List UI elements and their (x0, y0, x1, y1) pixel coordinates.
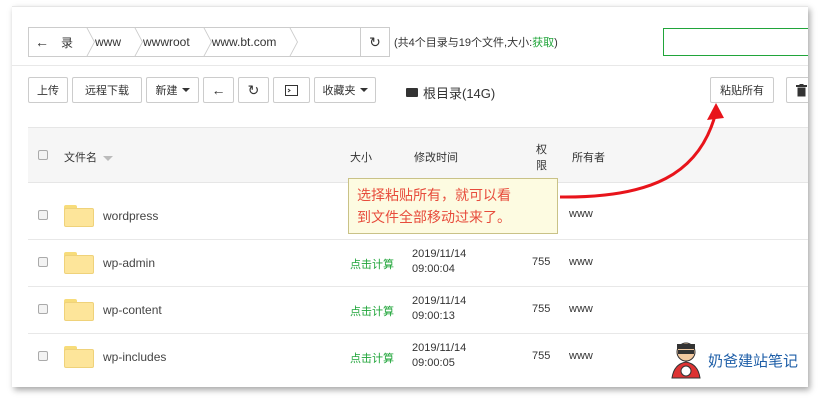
path-refresh-button[interactable]: ↻ (360, 28, 389, 56)
select-all-checkbox[interactable] (38, 150, 48, 160)
sort-caret-icon (103, 155, 114, 161)
calc-size-link[interactable]: 点击计算 (350, 350, 394, 366)
file-mtime: 2019/11/14 09:00:13 (412, 294, 466, 324)
get-size-link[interactable]: 获取 (532, 37, 554, 49)
arrow-left-icon: ← (211, 82, 226, 98)
stats-close: ) (554, 37, 558, 49)
path-back-button[interactable]: ← (29, 28, 55, 56)
root-directory-label: 根目录(14G) (423, 86, 496, 101)
remote-download-label: 远程下载 (85, 85, 129, 97)
table-header: 文件名 大小 修改时间 权 限 所有者 (28, 127, 808, 183)
refresh-icon: ↻ (369, 33, 381, 50)
file-name[interactable]: wp-admin (103, 256, 155, 270)
row-checkbox[interactable] (38, 351, 48, 361)
row-checkbox[interactable] (38, 257, 48, 267)
watermark: 奶爸建站笔记 (668, 340, 798, 380)
terminal-icon (285, 84, 298, 96)
row-checkbox[interactable] (38, 304, 48, 314)
breadcrumb-item[interactable]: www (89, 28, 137, 56)
remote-download-button[interactable]: 远程下载 (72, 77, 142, 103)
header-name[interactable]: 文件名 (64, 149, 114, 165)
folder-icon (64, 205, 94, 227)
mtime-time: 09:00:04 (412, 263, 455, 275)
arrow-left-icon: ← (35, 34, 49, 50)
header-perm-1: 权 (536, 144, 547, 156)
table-row[interactable]: wp-admin 点击计算 2019/11/14 09:00:04 755 www (28, 239, 808, 287)
favorites-dropdown-button[interactable]: 收藏夹 (314, 77, 376, 103)
divider (12, 65, 808, 66)
breadcrumb-item[interactable]: wwwroot (137, 28, 206, 56)
new-dropdown-button[interactable]: 新建 (146, 77, 199, 103)
header-owner[interactable]: 所有者 (572, 149, 605, 165)
table-row[interactable]: wp-content 点击计算 2019/11/14 09:00:13 755 w… (28, 286, 808, 334)
calc-size-link[interactable]: 点击计算 (350, 303, 394, 319)
new-label: 新建 (155, 85, 178, 97)
breadcrumb-item[interactable]: 录 (55, 28, 89, 56)
hard-drive-icon (406, 88, 418, 97)
trash-icon (795, 83, 807, 96)
file-permission[interactable]: 755 (532, 303, 550, 315)
upload-label: 上传 (37, 85, 59, 97)
folder-icon (64, 299, 94, 321)
callout-line-1: 选择粘贴所有，就可以看 (357, 187, 511, 203)
back-button[interactable]: ← (203, 77, 234, 103)
file-mtime: 2019/11/14 09:00:04 (412, 247, 466, 277)
terminal-button[interactable] (273, 77, 310, 103)
file-name[interactable]: wp-content (103, 303, 162, 317)
callout-line-2: 到文件全部移动过来了。 (357, 209, 511, 225)
file-owner: www (569, 256, 593, 268)
upload-button[interactable]: 上传 (28, 77, 68, 103)
path-breadcrumb: ← 录 www wwwroot www.bt.com ↻ (28, 27, 390, 57)
file-name[interactable]: wp-includes (103, 350, 166, 364)
root-directory-button[interactable]: 根目录(14G) (406, 83, 495, 102)
file-name[interactable]: wordpress (103, 209, 158, 223)
mtime-time: 09:00:05 (412, 357, 455, 369)
refresh-icon: ↻ (247, 81, 260, 98)
header-size[interactable]: 大小 (350, 149, 372, 165)
watermark-text: 奶爸建站笔记 (708, 352, 799, 370)
paste-all-label: 粘贴所有 (720, 85, 764, 97)
search-input[interactable] (663, 28, 808, 56)
mtime-date: 2019/11/14 (412, 295, 467, 307)
file-permission[interactable]: 755 (532, 256, 550, 268)
annotation-callout: 选择粘贴所有，就可以看 到文件全部移动过来了。 (348, 178, 558, 234)
row-checkbox[interactable] (38, 210, 48, 220)
file-owner: www (569, 350, 593, 362)
mtime-date: 2019/11/14 (412, 342, 467, 354)
stats-text: (共4个目录与19个文件,大小: (394, 37, 533, 49)
file-owner: www (569, 208, 593, 220)
header-perm-2: 限 (536, 160, 547, 172)
folder-icon (64, 252, 94, 274)
mascot-logo-icon (671, 342, 701, 379)
mtime-date: 2019/11/14 (412, 248, 467, 260)
header-mtime[interactable]: 修改时间 (414, 149, 458, 165)
file-mtime: 2019/11/14 09:00:05 (412, 341, 466, 371)
file-permission[interactable]: 755 (532, 350, 550, 362)
caret-down-icon (359, 88, 368, 92)
directory-stats: (共4个目录与19个文件,大小:获取) (394, 34, 558, 50)
mtime-time: 09:00:13 (412, 310, 455, 322)
breadcrumb-item[interactable]: www.bt.com (206, 28, 293, 56)
header-name-label: 文件名 (64, 152, 97, 164)
refresh-button[interactable]: ↻ (238, 77, 269, 103)
calc-size-link[interactable]: 点击计算 (350, 256, 394, 272)
file-owner: www (569, 303, 593, 315)
folder-icon (64, 346, 94, 368)
favorites-label: 收藏夹 (322, 85, 356, 97)
paste-all-button[interactable]: 粘贴所有 (710, 77, 774, 103)
delete-button[interactable] (786, 77, 808, 103)
caret-down-icon (181, 88, 190, 92)
